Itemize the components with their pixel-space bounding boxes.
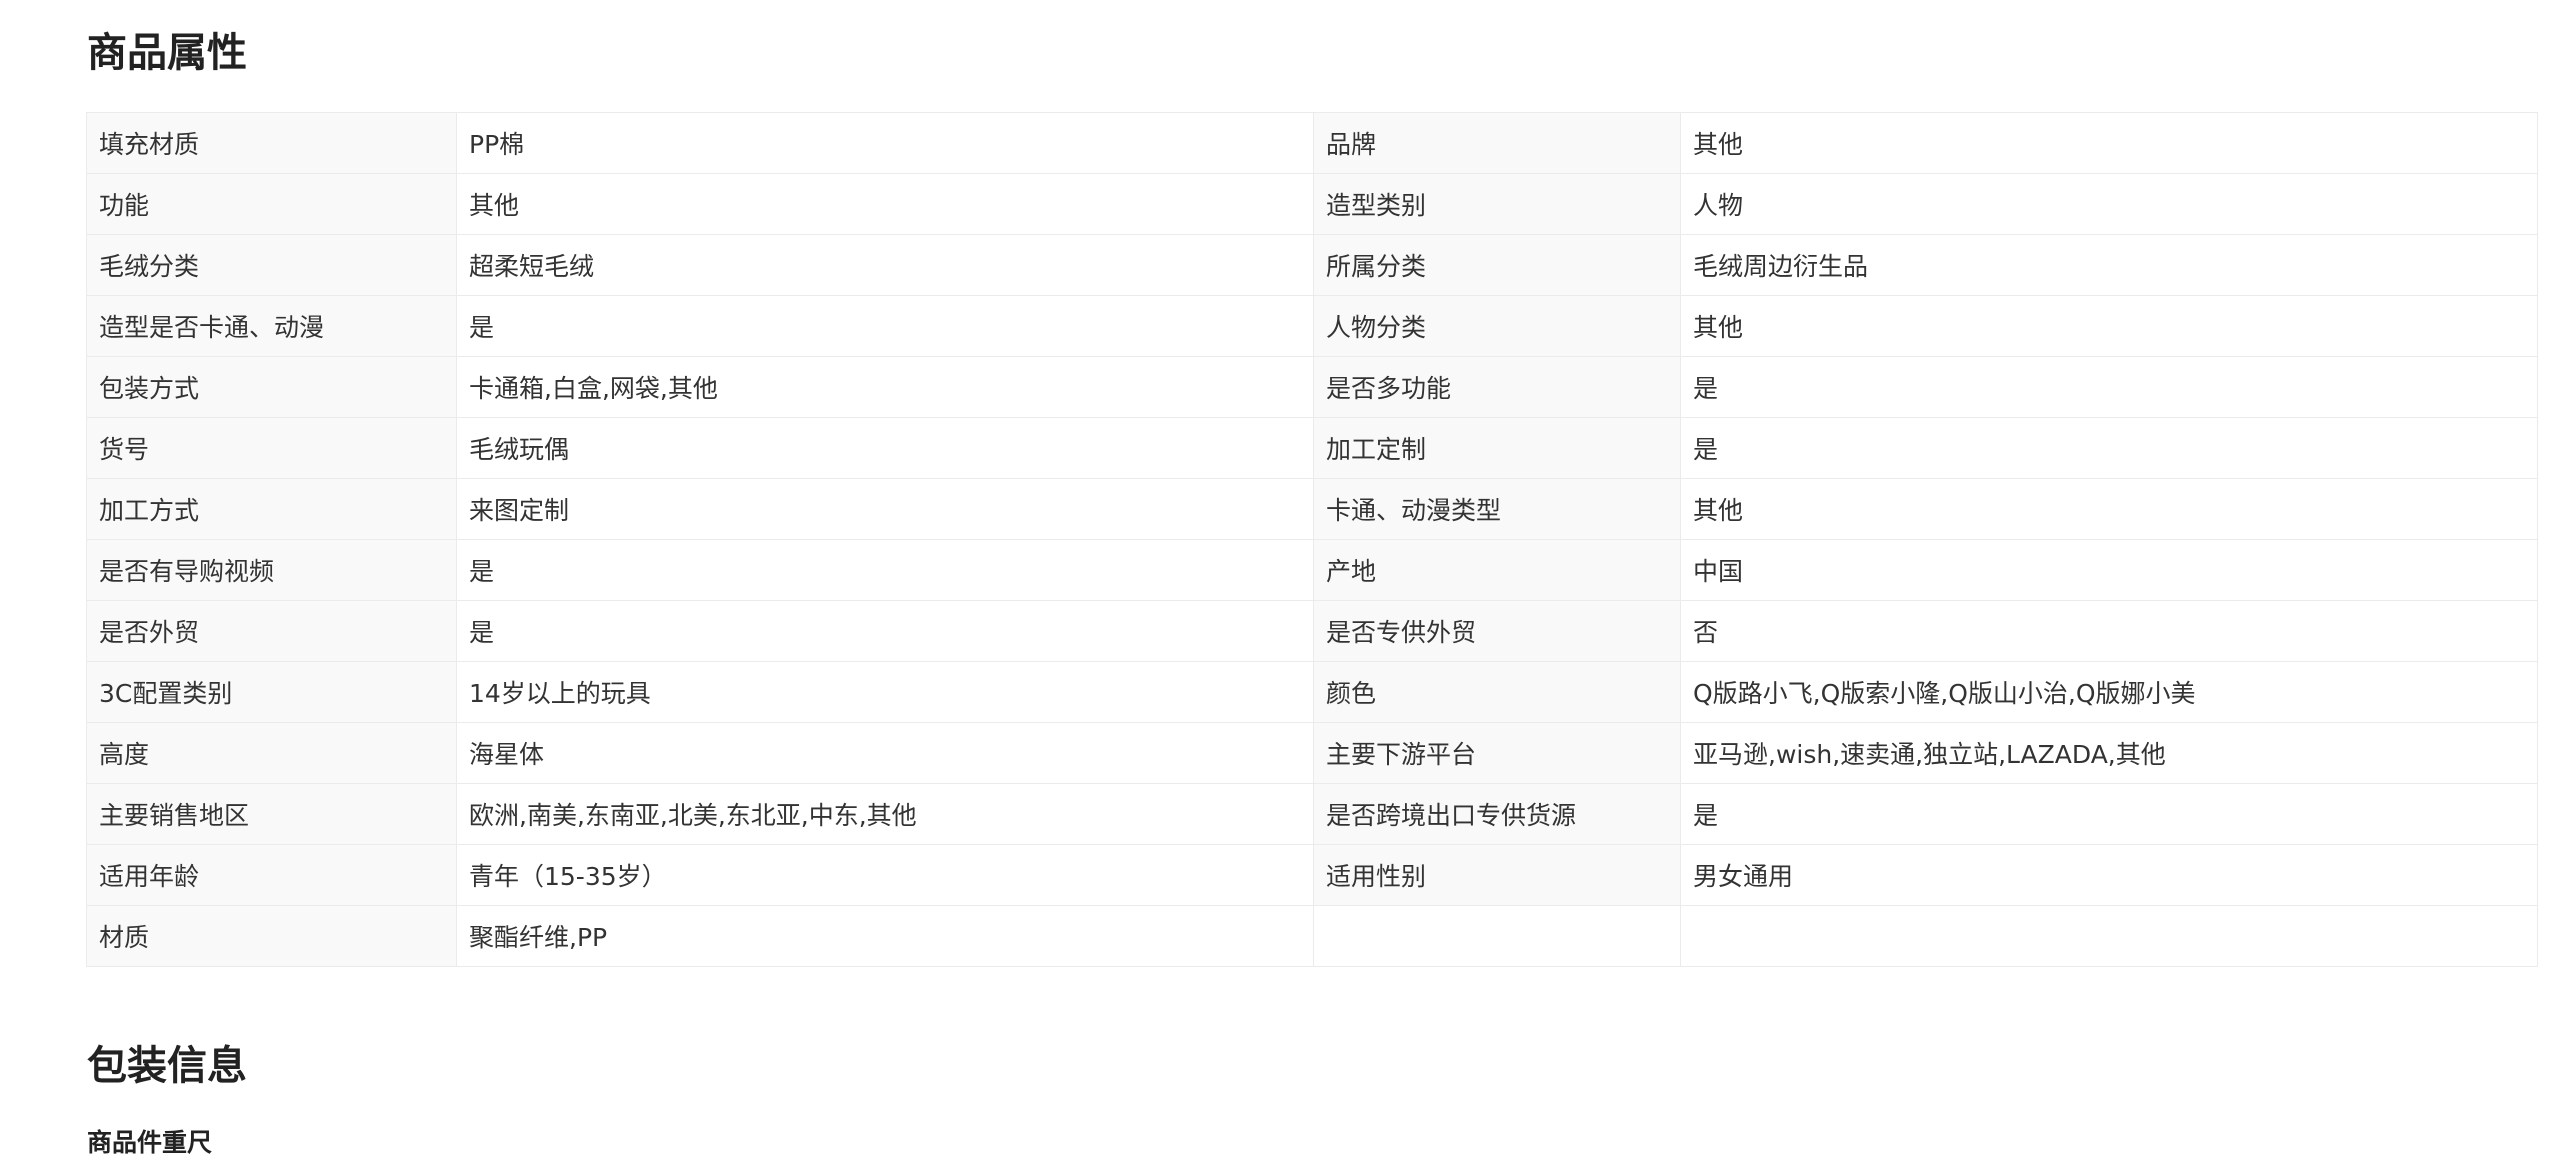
attribute-value: 是 — [1680, 356, 2538, 418]
table-row: 造型是否卡通、动漫 是 人物分类 其他 — [86, 295, 2538, 357]
empty-cell — [1313, 905, 1681, 967]
attribute-value: 亚马逊,wish,速卖通,独立站,LAZADA,其他 — [1680, 722, 2538, 784]
attribute-key: 加工方式 — [86, 478, 457, 540]
empty-cell — [1680, 905, 2538, 967]
attribute-value: 人物 — [1680, 173, 2538, 235]
table-row: 3C配置类别 14岁以上的玩具 颜色 Q版路小飞,Q版索小隆,Q版山小治,Q版娜… — [86, 661, 2538, 723]
attribute-value: 男女通用 — [1680, 844, 2538, 906]
attribute-key: 是否多功能 — [1313, 356, 1681, 418]
attribute-value: 14岁以上的玩具 — [456, 661, 1314, 723]
packaging-info-title: 包装信息 — [87, 1043, 247, 1089]
table-row: 主要销售地区 欧洲,南美,东南亚,北美,东北亚,中东,其他 是否跨境出口专供货源… — [86, 783, 2538, 845]
product-attributes-table: 填充材质 PP棉 品牌 其他 功能 其他 造型类别 人物 毛绒分类 超柔短毛绒 … — [86, 112, 2538, 967]
attribute-key: 所属分类 — [1313, 234, 1681, 296]
table-row: 高度 海星体 主要下游平台 亚马逊,wish,速卖通,独立站,LAZADA,其他 — [86, 722, 2538, 784]
product-detail-page: 商品属性 填充材质 PP棉 品牌 其他 功能 其他 造型类别 人物 毛绒分类 超… — [0, 0, 2560, 1159]
attribute-value: 毛绒周边衍生品 — [1680, 234, 2538, 296]
attribute-key: 主要销售地区 — [86, 783, 457, 845]
attribute-key: 是否有导购视频 — [86, 539, 457, 601]
table-row: 材质 聚酯纤维,PP — [86, 905, 2538, 967]
attribute-key: 产地 — [1313, 539, 1681, 601]
attribute-value: 其他 — [1680, 112, 2538, 174]
attribute-key: 高度 — [86, 722, 457, 784]
attribute-key: 加工定制 — [1313, 417, 1681, 479]
attribute-value: 中国 — [1680, 539, 2538, 601]
table-row: 包装方式 卡通箱,白盒,网袋,其他 是否多功能 是 — [86, 356, 2538, 418]
attribute-value: Q版路小飞,Q版索小隆,Q版山小治,Q版娜小美 — [1680, 661, 2538, 723]
attribute-key: 毛绒分类 — [86, 234, 457, 296]
attribute-key: 填充材质 — [86, 112, 457, 174]
table-row: 是否有导购视频 是 产地 中国 — [86, 539, 2538, 601]
attribute-value: PP棉 — [456, 112, 1314, 174]
attribute-value: 来图定制 — [456, 478, 1314, 540]
attribute-value: 欧洲,南美,东南亚,北美,东北亚,中东,其他 — [456, 783, 1314, 845]
attribute-value: 是 — [1680, 417, 2538, 479]
attribute-value: 卡通箱,白盒,网袋,其他 — [456, 356, 1314, 418]
attribute-key: 品牌 — [1313, 112, 1681, 174]
packaging-subtitle: 商品件重尺 — [87, 1128, 213, 1157]
attribute-key: 货号 — [86, 417, 457, 479]
attribute-value: 否 — [1680, 600, 2538, 662]
table-row: 货号 毛绒玩偶 加工定制 是 — [86, 417, 2538, 479]
attribute-key: 是否外贸 — [86, 600, 457, 662]
table-row: 填充材质 PP棉 品牌 其他 — [86, 112, 2538, 174]
table-row: 是否外贸 是 是否专供外贸 否 — [86, 600, 2538, 662]
attribute-value: 其他 — [1680, 295, 2538, 357]
attribute-key: 人物分类 — [1313, 295, 1681, 357]
attribute-key: 卡通、动漫类型 — [1313, 478, 1681, 540]
table-row: 功能 其他 造型类别 人物 — [86, 173, 2538, 235]
attribute-key: 3C配置类别 — [86, 661, 457, 723]
attribute-key: 是否跨境出口专供货源 — [1313, 783, 1681, 845]
attribute-key: 功能 — [86, 173, 457, 235]
attribute-value: 青年（15-35岁） — [456, 844, 1314, 906]
table-row: 加工方式 来图定制 卡通、动漫类型 其他 — [86, 478, 2538, 540]
attribute-value: 聚酯纤维,PP — [456, 905, 1314, 967]
attribute-key: 颜色 — [1313, 661, 1681, 723]
table-row: 适用年龄 青年（15-35岁） 适用性别 男女通用 — [86, 844, 2538, 906]
table-row: 毛绒分类 超柔短毛绒 所属分类 毛绒周边衍生品 — [86, 234, 2538, 296]
attribute-value: 超柔短毛绒 — [456, 234, 1314, 296]
attribute-key: 主要下游平台 — [1313, 722, 1681, 784]
attribute-key: 造型是否卡通、动漫 — [86, 295, 457, 357]
attribute-value: 其他 — [1680, 478, 2538, 540]
attribute-value: 是 — [456, 600, 1314, 662]
attribute-key: 包装方式 — [86, 356, 457, 418]
attribute-key: 适用性别 — [1313, 844, 1681, 906]
attribute-value: 毛绒玩偶 — [456, 417, 1314, 479]
attribute-value: 是 — [456, 539, 1314, 601]
attribute-key: 材质 — [86, 905, 457, 967]
attribute-value: 海星体 — [456, 722, 1314, 784]
attribute-key: 适用年龄 — [86, 844, 457, 906]
product-attributes-title: 商品属性 — [87, 30, 247, 76]
attribute-value: 是 — [1680, 783, 2538, 845]
attributes-table-body: 填充材质 PP棉 品牌 其他 功能 其他 造型类别 人物 毛绒分类 超柔短毛绒 … — [86, 112, 2538, 967]
attribute-key: 是否专供外贸 — [1313, 600, 1681, 662]
attribute-value: 其他 — [456, 173, 1314, 235]
attribute-key: 造型类别 — [1313, 173, 1681, 235]
attribute-value: 是 — [456, 295, 1314, 357]
